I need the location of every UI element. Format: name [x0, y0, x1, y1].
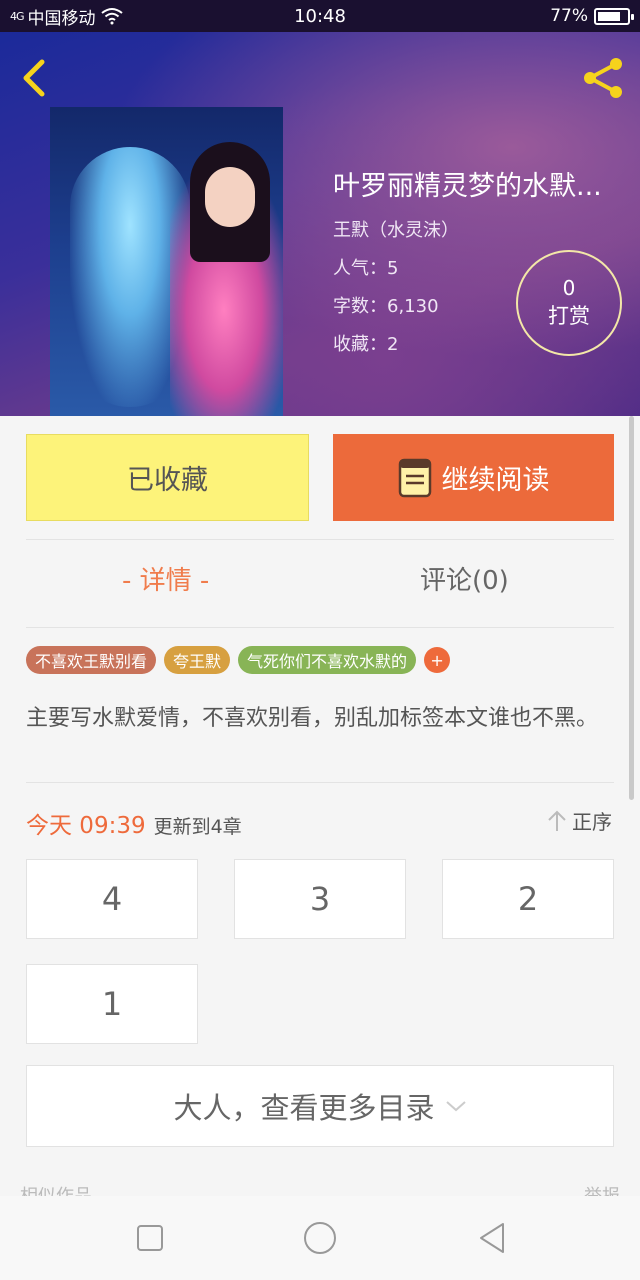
book-description: 主要写水默爱情，不喜欢别看，别乱加标签本文谁也不黑。 — [26, 706, 599, 731]
report-link[interactable]: 举报 — [584, 1182, 620, 1196]
collected-label: 已收藏 — [127, 465, 208, 496]
sort-order-label: 正序 — [572, 810, 612, 834]
divider — [26, 539, 614, 540]
more-catalog-button[interactable]: 大人，查看更多目录 — [26, 1065, 614, 1147]
book-title: 叶罗丽精灵梦的水默... — [333, 171, 602, 202]
battery-icon — [594, 7, 634, 25]
continue-reading-label: 继续阅读 — [441, 465, 550, 496]
tab-comments[interactable]: 评论(0) — [420, 560, 509, 597]
reward-count: 0 — [562, 276, 576, 300]
circle-icon[interactable] — [298, 1216, 342, 1260]
continue-reading-button[interactable]: 继续阅读 — [333, 434, 614, 521]
more-catalog-label: 大人，查看更多目录 — [173, 1091, 435, 1125]
tab-details[interactable]: - 详情 - — [122, 560, 209, 597]
book-header: 叶罗丽精灵梦的水默... 王默（水灵沫） 人气：5 字数：6,130 收藏：2 … — [0, 32, 640, 416]
status-time: 10:48 — [294, 5, 346, 27]
divider — [26, 782, 614, 783]
chapter-button[interactable]: 4 — [26, 859, 198, 939]
book-cover-image[interactable] — [50, 107, 283, 416]
square-icon[interactable] — [128, 1216, 172, 1260]
book-author[interactable]: 王默（水灵沫） — [333, 216, 459, 242]
reward-button[interactable]: 0 打赏 — [516, 250, 622, 356]
chevron-down-icon — [445, 1101, 466, 1112]
update-time: 今天 09:39 — [26, 813, 146, 839]
similar-works-heading: 相似作品 — [20, 1182, 92, 1196]
system-nav-bar — [0, 1196, 640, 1280]
add-tag-button[interactable]: + — [424, 647, 451, 673]
tag-item[interactable]: 气死你们不喜欢水默的 — [238, 646, 417, 674]
update-text: 更新到4章 — [153, 816, 242, 838]
status-bar: 4G 中国移动 10:48 77% — [0, 0, 640, 32]
scrollbar[interactable] — [629, 416, 634, 800]
book-word-count: 字数：6,130 — [333, 296, 439, 317]
arrow-up-icon — [548, 810, 566, 831]
collected-button[interactable]: 已收藏 — [26, 434, 309, 521]
triangle-back-icon[interactable] — [470, 1216, 514, 1260]
book-icon — [398, 458, 431, 497]
chapter-button[interactable]: 2 — [442, 859, 614, 939]
share-icon[interactable] — [580, 54, 628, 102]
update-info: 今天 09:39 更新到4章 — [26, 806, 242, 840]
reward-label: 打赏 — [548, 304, 590, 328]
divider — [26, 627, 614, 628]
chapter-button[interactable]: 1 — [26, 964, 198, 1044]
book-popularity: 人气：5 — [333, 258, 399, 279]
tag-item[interactable]: 夸王默 — [164, 646, 231, 674]
chevron-left-icon[interactable] — [14, 54, 54, 102]
tag-item[interactable]: 不喜欢王默别看 — [26, 646, 157, 674]
book-favorites: 收藏：2 — [333, 334, 399, 355]
tag-list: 不喜欢王默别看 夸王默 气死你们不喜欢水默的 + — [26, 646, 451, 674]
sort-order-button[interactable]: 正序 — [546, 806, 612, 835]
chapter-button[interactable]: 3 — [234, 859, 406, 939]
